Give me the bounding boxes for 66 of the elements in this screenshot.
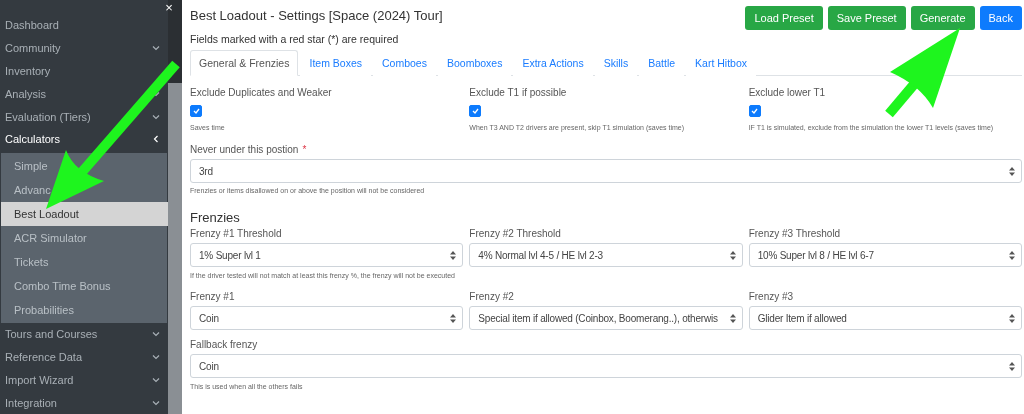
sidebar-item[interactable]: Reference Data <box>0 345 168 369</box>
scrollbar[interactable] <box>168 83 182 414</box>
toolbar-button[interactable]: Generate <box>910 6 975 30</box>
select-field[interactable]: 3rd <box>190 159 1022 183</box>
select-field[interactable]: 10% Super lvl 8 / HE lvl 6-7 <box>748 243 1022 267</box>
required-note: Fields marked with a red star (*) are required <box>190 33 400 45</box>
field-label: Fallback frenzy <box>190 339 258 350</box>
checkbox[interactable] <box>469 105 482 117</box>
sidebar-item[interactable]: Dashboard <box>0 14 67 37</box>
field-label: Frenzy #3 Threshold <box>748 228 841 239</box>
chevron-down-icon <box>152 398 160 407</box>
checkbox[interactable] <box>190 105 202 117</box>
toolbar-button[interactable]: Save Preset <box>827 6 906 30</box>
field-label: Never under this postion * <box>190 144 307 155</box>
sort-arrows-icon <box>1009 313 1015 323</box>
sidebar-subitem[interactable]: Tickets <box>1 249 167 274</box>
chevron-down-icon <box>152 44 160 53</box>
chevron-down-icon <box>152 112 160 121</box>
sidebar-item[interactable]: Calculators <box>0 128 168 151</box>
field-label: Frenzy #2 Threshold <box>469 228 561 239</box>
sidebar-item[interactable]: Inventory <box>0 59 59 83</box>
select-field[interactable]: Coin <box>190 354 1022 378</box>
field-label: Frenzy #3 <box>748 291 794 302</box>
sidebar-subitem[interactable]: ACR Simulator <box>1 225 167 250</box>
toolbar-button[interactable]: Load Preset <box>745 6 823 30</box>
sort-arrows-icon <box>729 313 736 323</box>
sidebar-item[interactable]: Integration <box>0 391 168 414</box>
sidebar-subitem[interactable]: Combo Time Bonus <box>1 273 167 298</box>
required-marker-text: * <box>302 144 307 155</box>
select-field[interactable]: Special item if allowed (Coinbox, Boomerang..), otherwis <box>469 306 743 330</box>
close-button[interactable]: × <box>165 1 173 15</box>
sort-arrows-icon <box>1009 361 1015 371</box>
field-label: Frenzy #2 <box>469 291 514 302</box>
select-field[interactable]: 1% Super lvl 1 <box>190 243 464 267</box>
sidebar-item[interactable]: Community <box>0 36 168 60</box>
sidebar-subitem[interactable]: Best Loadout <box>1 201 169 226</box>
field-label: Frenzy #1 <box>190 291 235 302</box>
checkbox-label: Exclude lower T1 <box>748 87 826 98</box>
chevron-down-icon <box>152 330 160 339</box>
sidebar-subitem[interactable]: Simple <box>1 153 167 178</box>
sidebar-item[interactable]: Import Wizard <box>0 368 168 392</box>
checkbox-label: Exclude T1 if possible <box>469 87 567 98</box>
select-field[interactable]: 4% Normal lvl 4-5 / HE lvl 2-3 <box>469 243 743 267</box>
sort-arrows-icon <box>1009 250 1015 260</box>
sidebar-item[interactable]: Tours and Courses <box>0 322 168 346</box>
page-title: Best Loadout - Settings [Space (2024) Tour] <box>190 8 443 23</box>
tab[interactable]: General & Frenzies <box>190 50 299 76</box>
toolbar-button[interactable]: Back <box>979 6 1022 30</box>
sidebar-item[interactable]: Analysis <box>0 82 168 106</box>
sidebar-subitem[interactable]: Advanc <box>1 177 167 202</box>
sidebar-subitem[interactable]: Probabilities <box>1 297 167 322</box>
sort-arrows-icon <box>1009 166 1015 176</box>
checkbox[interactable] <box>748 105 761 117</box>
section-heading: Frenzies <box>190 210 241 225</box>
chevron-left-icon <box>152 135 160 144</box>
field-label: Frenzy #1 Threshold <box>190 228 282 239</box>
sort-arrows-icon <box>729 250 736 260</box>
chevron-down-icon <box>152 89 160 98</box>
sort-arrows-icon <box>450 250 457 260</box>
chevron-down-icon <box>152 375 160 384</box>
select-field[interactable]: Coin <box>190 306 464 330</box>
select-field[interactable]: Glider Item if allowed <box>748 306 1022 330</box>
checkbox-label: Exclude Duplicates and Weaker <box>190 87 332 98</box>
sidebar-item[interactable]: Evaluation (Tiers) <box>0 105 168 128</box>
chevron-down-icon <box>152 352 160 361</box>
sort-arrows-icon <box>450 313 457 323</box>
